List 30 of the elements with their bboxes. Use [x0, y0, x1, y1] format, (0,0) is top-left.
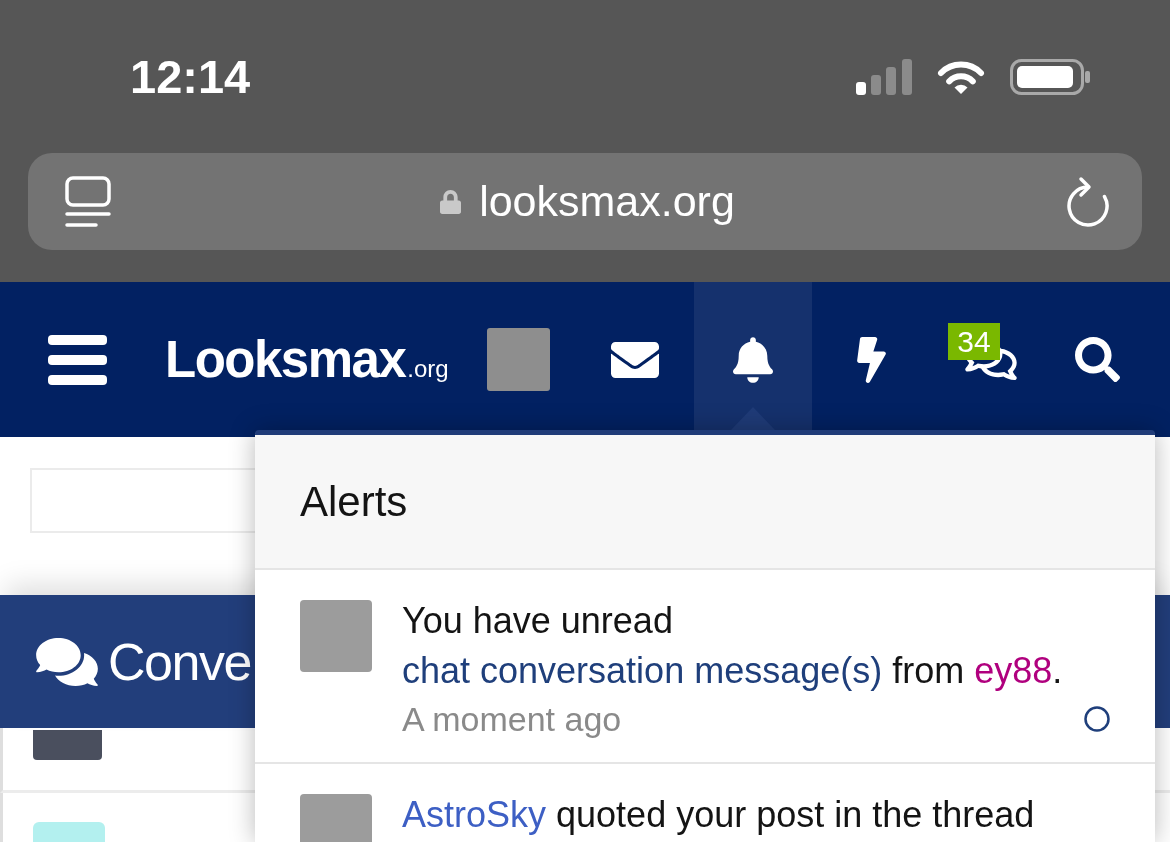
alert-time: A moment ago	[402, 702, 622, 736]
alert-link[interactable]: chat conversation message(s)	[402, 650, 883, 691]
conversation-count: 34	[948, 323, 1000, 360]
section-title: Conve	[108, 635, 251, 688]
unread-marker-icon[interactable]	[1084, 706, 1110, 732]
search-icon	[1074, 337, 1120, 382]
avatar-photo	[487, 328, 550, 391]
clock-time: 12:14	[130, 53, 251, 100]
avatar-photo	[300, 600, 372, 672]
url-text: looksmax.org	[479, 180, 735, 223]
chat-bubbles-icon	[36, 637, 98, 686]
username-link[interactable]: AstroSky	[402, 794, 547, 835]
avatar-tile	[33, 822, 105, 842]
page-menu-icon	[65, 175, 111, 228]
reload-button[interactable]	[1064, 175, 1112, 228]
address-bar[interactable]: looksmax.org	[28, 153, 1142, 250]
envelope-icon	[611, 341, 659, 378]
menu-icon	[48, 334, 107, 385]
lock-icon	[440, 189, 462, 214]
alert-text: AstroSky quoted your post in the thread	[402, 793, 1036, 837]
reload-icon	[1064, 175, 1112, 228]
avatar-photo	[33, 730, 102, 760]
battery-icon	[1010, 58, 1090, 95]
bell-icon	[733, 336, 773, 383]
page-menu-button[interactable]	[65, 175, 111, 228]
menu-title: Alerts	[300, 480, 408, 523]
username-link[interactable]: ey88	[974, 650, 1053, 691]
alert-text: You have unread chat conversation message(s) from ey88.	[402, 599, 1064, 693]
lightning-icon	[856, 336, 886, 383]
signal-icon	[856, 58, 912, 95]
